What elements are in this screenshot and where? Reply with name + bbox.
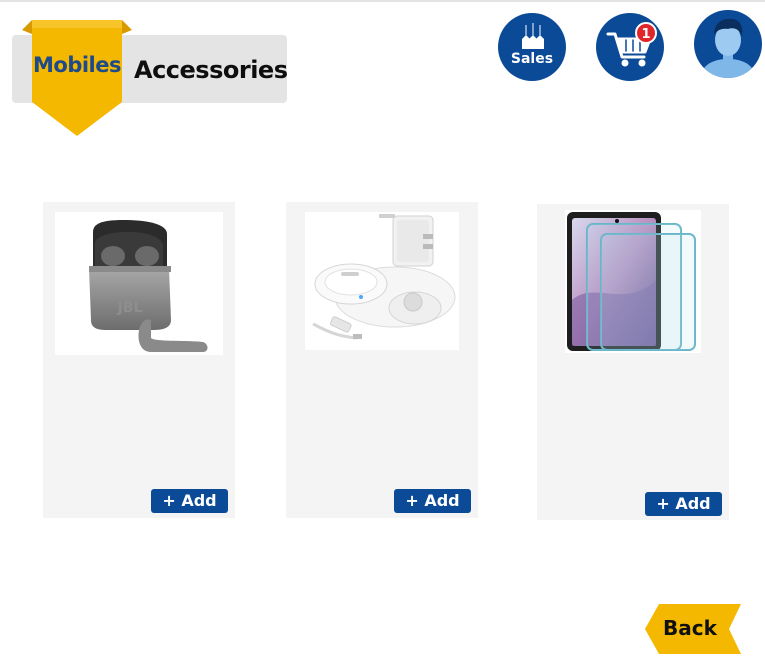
add-to-cart-button[interactable]: + Add	[151, 489, 228, 513]
shopping-cart-icon	[606, 32, 652, 67]
product-image[interactable]	[305, 212, 459, 350]
back-label: Back	[663, 616, 717, 640]
svg-text:JBL: JBL	[117, 300, 143, 316]
cart-button[interactable]	[596, 13, 664, 81]
back-button[interactable]: Back	[645, 604, 743, 654]
cart-count-badge: 1	[635, 22, 657, 44]
user-avatar-icon	[700, 18, 756, 78]
product-image[interactable]: JBL	[55, 212, 223, 355]
earbuds-image: JBL	[89, 220, 208, 352]
screen-protector-image	[567, 212, 696, 351]
tab-accessories[interactable]: Accessories	[134, 50, 288, 90]
sales-label: Sales	[510, 51, 554, 67]
product-image[interactable]	[565, 210, 701, 353]
add-to-cart-button[interactable]: + Add	[645, 492, 722, 516]
wireless-charger-image	[312, 214, 456, 340]
product-card: + Add	[286, 202, 478, 518]
top-border	[0, 0, 765, 2]
profile-button[interactable]	[694, 10, 762, 78]
tab-mobiles-label: Mobiles	[33, 53, 122, 77]
sales-button[interactable]: Sales	[498, 13, 566, 81]
ribbon-icon	[22, 20, 132, 136]
product-card: JBL + Add	[43, 202, 235, 518]
product-card: + Add	[537, 204, 729, 520]
add-to-cart-button[interactable]: + Add	[394, 489, 471, 513]
price-tag-icon	[522, 23, 544, 49]
tab-mobiles[interactable]: Mobiles	[22, 20, 132, 138]
